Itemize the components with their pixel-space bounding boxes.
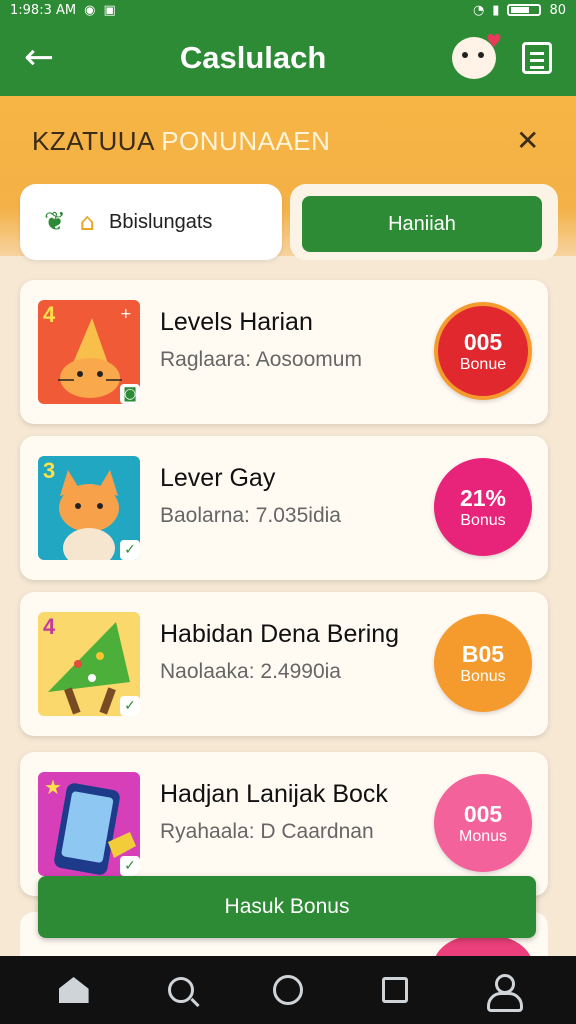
badge-label: Bonus [460,511,506,529]
item-subtitle: Naolaaka: 2.4990ia [160,660,341,683]
svg-text:★: ★ [44,775,62,799]
badge-value: 005 [463,800,503,827]
badge-value: 005 [463,328,503,355]
item-subtitle: Ryahaala: D Caardnan [160,820,374,843]
check-icon: ◙ [120,384,140,404]
mascot-heart-icon[interactable]: ♥ [452,31,502,79]
badge-label: Monus [458,827,508,845]
level-number: 4 [43,614,56,639]
bonus-badge[interactable]: 005 Bonue [434,302,532,400]
list-item[interactable]: 3 ✓ Lever Gay Baolarna: 7.035idia 21% Bo… [20,436,548,580]
close-icon[interactable]: ✕ [516,124,539,157]
thumbnail-tree-icon: 4 ✓ [38,612,140,716]
bonus-badge[interactable]: 005 Monus [434,774,532,872]
image-icon: ▣ [103,2,116,18]
notification-icon: ◉ [84,2,96,18]
badge-label: Bonus [460,667,506,685]
claim-bonus-button[interactable]: Hasuk Bonus [38,876,536,938]
tab-toggle: ❦ ⌂ Bbislungats Haniiah [20,184,558,260]
status-time: 1:98:3 AM [10,2,77,18]
banner-title-dark: KZATUUA [32,126,154,156]
search-icon[interactable] [161,970,201,1010]
check-icon: ✓ [120,856,140,876]
profile-icon[interactable] [482,970,524,1012]
banner-title-light: PONUNAAEN [161,126,331,156]
square-icon[interactable] [375,970,415,1010]
link-icon: ❦ [44,207,66,237]
level-number: 3 [43,458,56,483]
tab-right-button[interactable]: Haniiah [302,196,542,252]
circle-icon[interactable] [268,970,308,1010]
signal-icon: ▮ [492,2,500,18]
badge-value: 21% [459,484,507,511]
list-item[interactable]: ★ ✓ Hadjan Lanijak Bock Ryahaala: D Caar… [20,752,548,896]
app-bar: ← Caslulach ♥ [0,20,576,96]
thumbnail-cat-icon: + 4 ◙ [38,300,140,404]
check-icon: ✓ [120,540,140,560]
status-bar: 1:98:3 AM ◉ ▣ ◔ ▮ 80 [0,0,576,20]
tab-left[interactable]: ❦ ⌂ Bbislungats [20,184,282,260]
back-arrow-icon[interactable]: ← [24,40,54,76]
bonus-badge[interactable]: 21% Bonus [434,458,532,556]
battery-icon [507,4,542,16]
item-title: Lever Gay [160,464,276,492]
item-subtitle: Raglaara: Aosoomum [160,348,362,371]
page-title: Caslulach [179,40,327,75]
document-icon[interactable] [522,42,552,74]
home-icon[interactable] [54,970,94,1010]
thumbnail-phone-icon: ★ ✓ [38,772,140,876]
house-icon: ⌂ [79,208,96,236]
bonus-badge[interactable]: B05 Bonus [434,614,532,712]
tab-left-label: Bbislungats [109,210,213,233]
check-icon: ✓ [120,696,140,716]
item-title: Habidan Dena Bering [160,620,400,648]
svg-text:+: + [120,306,132,322]
list-item[interactable]: + 4 ◙ Levels Harian Raglaara: Aosoomum 0… [20,280,548,424]
item-title: Hadjan Lanijak Bock [160,780,388,808]
item-title: Levels Harian [160,308,313,336]
battery-level: 80 [549,2,566,18]
item-subtitle: Baolarna: 7.035idia [160,504,341,527]
tab-right: Haniiah [290,184,558,260]
banner-title: KZATUUA PONUNAAEN [32,126,330,157]
list-item[interactable]: 4 ✓ Habidan Dena Bering Naolaaka: 2.4990… [20,592,548,736]
level-number: 4 [43,302,56,327]
bottom-nav [0,956,576,1024]
badge-label: Bonue [459,355,507,373]
thumbnail-cat-icon: 3 ✓ [38,456,140,560]
wifi-icon: ◔ [472,2,485,18]
badge-value: B05 [461,640,505,667]
